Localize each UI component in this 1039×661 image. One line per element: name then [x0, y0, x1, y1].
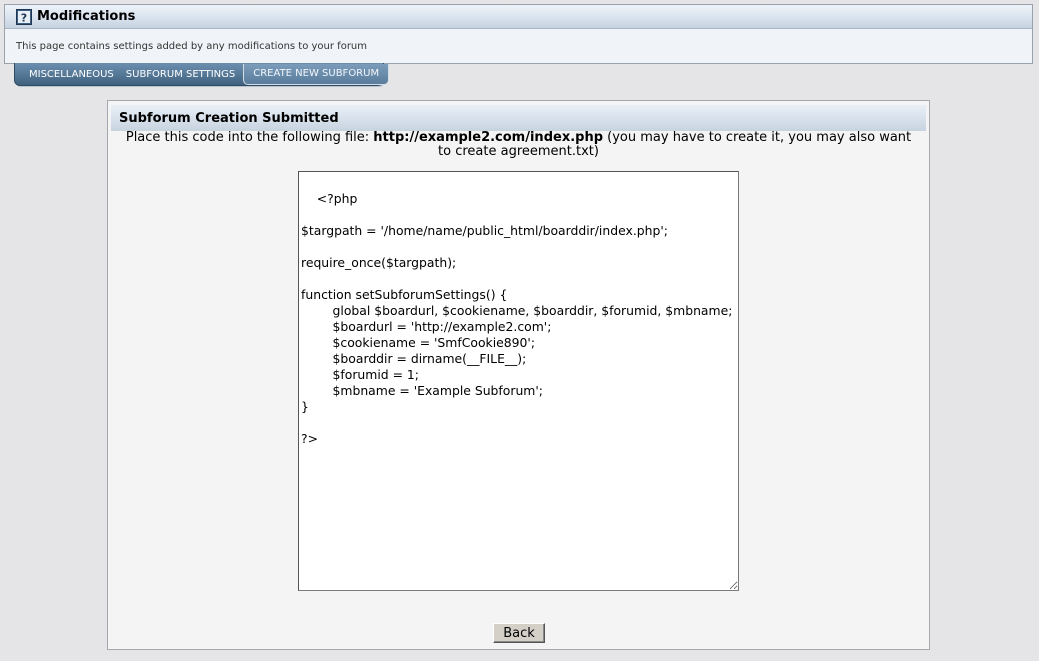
svg-text:?: ? — [21, 11, 27, 24]
admin-tabs: MISCELLANEOUS SUBFORUM SETTINGS CREATE N… — [14, 63, 390, 86]
resize-grip-icon[interactable] — [728, 580, 737, 589]
help-icon[interactable]: ? — [15, 8, 33, 26]
tab-miscellaneous[interactable]: MISCELLANEOUS — [23, 64, 120, 84]
result-title: Subforum Creation Submitted — [119, 110, 339, 126]
instructions: Place this code into the following file:… — [108, 131, 929, 159]
code-text: <?php $targpath = '/home/name/public_htm… — [301, 191, 733, 446]
result-titlebar: Subforum Creation Submitted — [111, 105, 926, 131]
modifications-titlebar: ? Modifications — [5, 5, 1032, 29]
tab-subforum-settings[interactable]: SUBFORUM SETTINGS — [120, 64, 241, 84]
file-url: http://example2.com/index.php — [373, 130, 604, 145]
modifications-panel: ? Modifications This page contains setti… — [4, 4, 1033, 64]
subforum-result-panel: Subforum Creation Submitted Place this c… — [107, 100, 930, 650]
page-title: Modifications — [37, 9, 136, 24]
instruction-prefix: Place this code into the following file: — [125, 130, 374, 145]
tab-create-new-subforum[interactable]: CREATE NEW SUBFORUM — [243, 63, 390, 85]
code-textarea[interactable]: <?php $targpath = '/home/name/public_htm… — [298, 171, 739, 591]
page-description: This page contains settings added by any… — [16, 41, 368, 52]
back-button[interactable]: Back — [493, 623, 545, 643]
